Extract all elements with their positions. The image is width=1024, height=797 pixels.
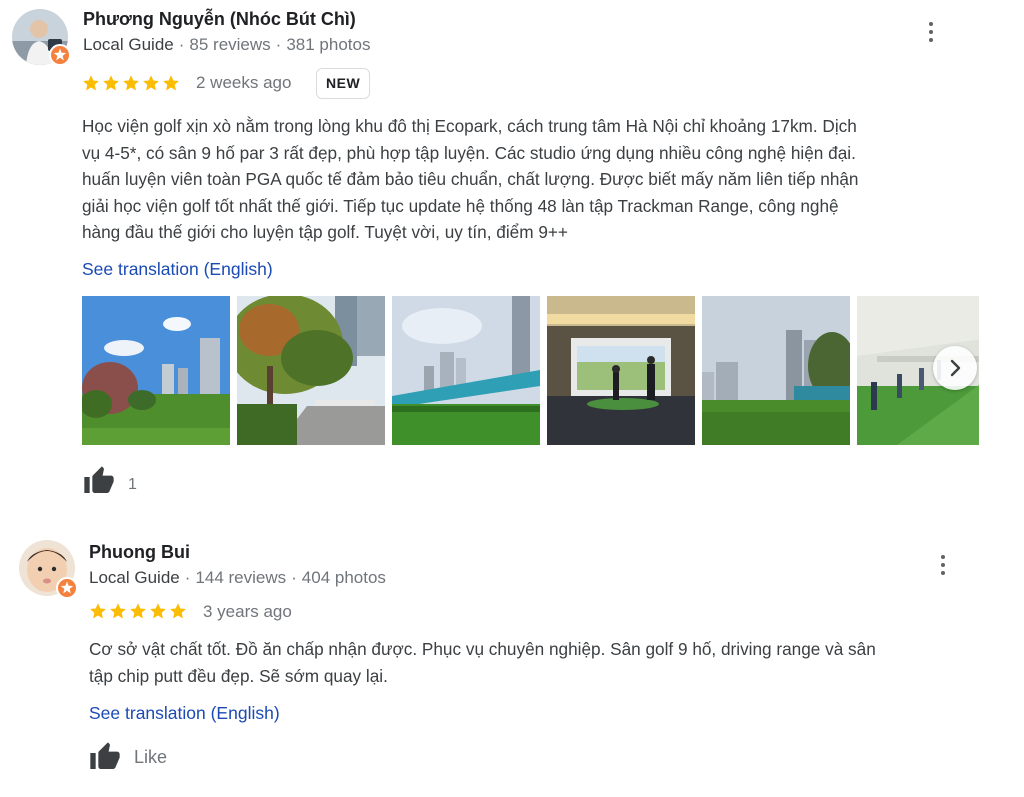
star-icon	[123, 75, 139, 91]
like-label: Like	[134, 746, 168, 767]
review-text-line: tập chip putt đều đẹp. Sẽ sớm quay lại.	[89, 665, 388, 686]
review-time: 2 weeks ago	[196, 73, 292, 92]
reviewer-meta: Local Guide · 144 reviews · 404 photos	[89, 568, 386, 587]
review-card: Phuong Bui Local Guide · 144 reviews · 404 p…	[0, 530, 1024, 797]
reviews-count: 144 reviews	[195, 568, 287, 587]
tree-lined-road-photo[interactable]	[237, 296, 385, 445]
photo-strip	[82, 296, 979, 445]
review-text-line: Cơ sở vật chất tốt. Đồ ăn chấp nhận được…	[89, 639, 876, 659]
like-button[interactable]	[82, 465, 116, 497]
see-translation-link[interactable]: See translation (English)	[89, 703, 280, 724]
chevron-right-icon[interactable]	[933, 346, 977, 390]
star-icon	[150, 603, 166, 619]
like-count: 1	[128, 476, 137, 493]
review-card: Phương Nguyễn (Nhóc Bút Chì) Local Guide…	[0, 0, 1024, 520]
local-guide-label: Local Guide	[89, 568, 180, 587]
reviews-count: 85 reviews	[189, 35, 271, 54]
park-towers-photo[interactable]	[82, 296, 230, 445]
local-guide-badge-icon	[49, 44, 71, 66]
reviewer-name[interactable]: Phương Nguyễn (Nhóc Bút Chì)	[83, 9, 356, 30]
star-icon	[163, 75, 179, 91]
local-guide-badge-icon	[56, 577, 78, 599]
star-icon	[90, 603, 106, 619]
star-icon	[83, 75, 99, 91]
review-text: Cơ sở vật chất tốt. Đồ ăn chấp nhận được…	[89, 636, 999, 689]
thumb-up-icon	[84, 466, 114, 493]
golf-simulator-studio-photo[interactable]	[547, 296, 695, 445]
star-icon	[143, 75, 159, 91]
local-guide-label: Local Guide	[83, 35, 174, 54]
more-options-icon[interactable]	[919, 20, 943, 44]
review-text-line: huấn luyện viên toàn PGA quốc tế đảm bảo…	[82, 169, 859, 189]
see-translation-link[interactable]: See translation (English)	[82, 259, 273, 280]
star-icon	[103, 75, 119, 91]
star-icon	[110, 603, 126, 619]
thumb-up-icon	[90, 742, 120, 769]
star-rating	[89, 602, 187, 620]
star-icon	[130, 603, 146, 619]
review-text-line: giải học viện golf tốt nhất thế giới. Ti…	[82, 195, 839, 216]
review-text-line: vụ 4-5*, có sân 9 hố par 3 rất đẹp, phù …	[82, 142, 856, 163]
reviewer-name[interactable]: Phuong Bui	[89, 542, 190, 563]
star-rating	[82, 74, 180, 92]
review-time: 3 years ago	[203, 602, 292, 621]
reviewer-meta: Local Guide · 85 reviews · 381 photos	[83, 35, 371, 54]
photos-count: 381 photos	[286, 35, 371, 54]
more-options-icon[interactable]	[931, 553, 955, 577]
like-button[interactable]: Like	[88, 741, 167, 773]
driving-range-photo[interactable]	[392, 296, 540, 445]
photos-count: 404 photos	[301, 568, 386, 587]
review-text-line: Học viện golf xịn xò nằm trong lòng khu …	[82, 116, 857, 136]
star-icon	[170, 603, 186, 619]
new-badge: NEW	[316, 68, 371, 99]
review-text-line: hàng đầu thế giới cho luyện tập golf. Tu…	[82, 222, 568, 242]
fairway-towers-photo[interactable]	[702, 296, 850, 445]
review-text: Học viện golf xịn xò nằm trong lòng khu …	[82, 113, 982, 246]
